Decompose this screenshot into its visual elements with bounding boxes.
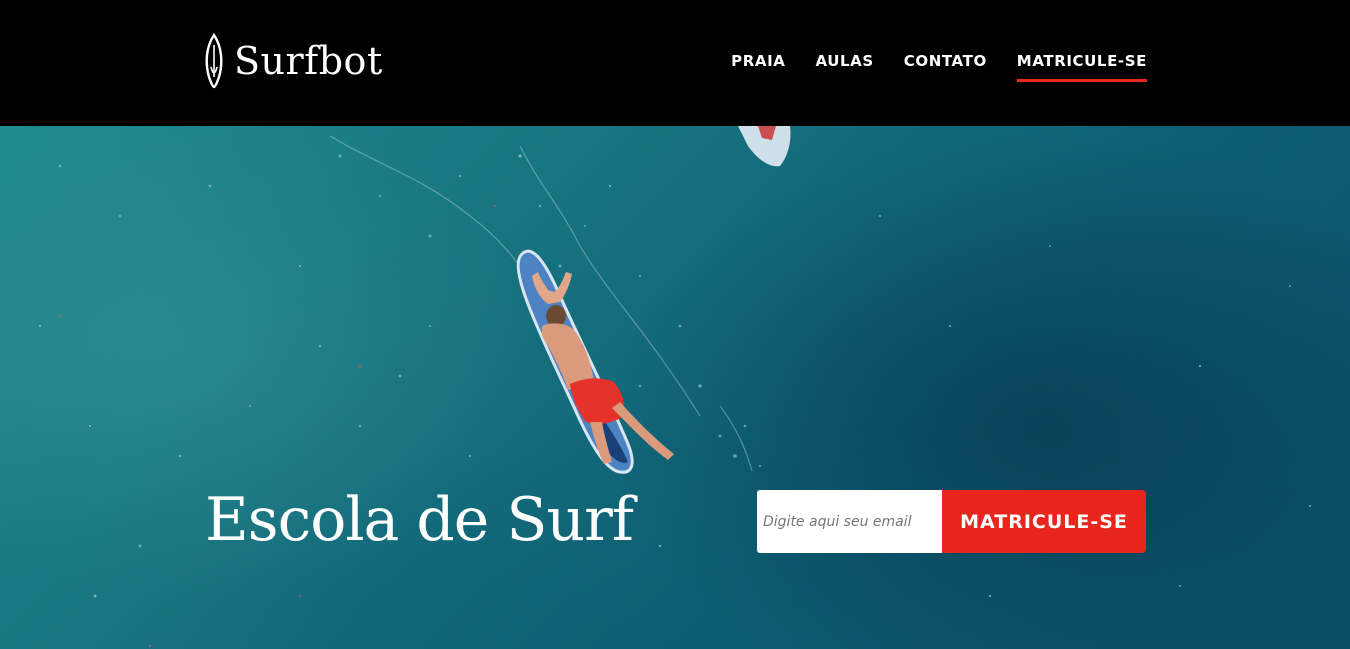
signup-form: MATRICULE-SE [757, 490, 1146, 553]
nav-item-matricule-se[interactable]: MATRICULE-SE [1016, 52, 1148, 82]
hero-background-image [39, 126, 1312, 648]
hero-section: Escola de Surf MATRICULE-SE [0, 126, 1350, 649]
surfboard-icon [205, 33, 223, 89]
nav-item-praia[interactable]: PRAIA [731, 52, 785, 82]
sea-spray-red [58, 204, 497, 648]
landing-page: Surfbot PRAIA AULAS CONTATO MATRICULE-SE [0, 0, 1350, 649]
nav-item-aulas[interactable]: AULAS [815, 52, 873, 82]
brand-logo-link[interactable]: Surfbot [203, 33, 383, 89]
main-nav: PRAIA AULAS CONTATO MATRICULE-SE [731, 52, 1148, 82]
site-header: Surfbot PRAIA AULAS CONTATO MATRICULE-SE [0, 0, 1350, 126]
signup-submit-button[interactable]: MATRICULE-SE [942, 490, 1146, 553]
hero-title: Escola de Surf [205, 485, 634, 555]
nav-item-contato[interactable]: CONTATO [904, 52, 987, 82]
email-input[interactable] [757, 490, 942, 553]
distant-surfboard [738, 126, 791, 167]
brand-name: Surfbot [234, 39, 383, 83]
